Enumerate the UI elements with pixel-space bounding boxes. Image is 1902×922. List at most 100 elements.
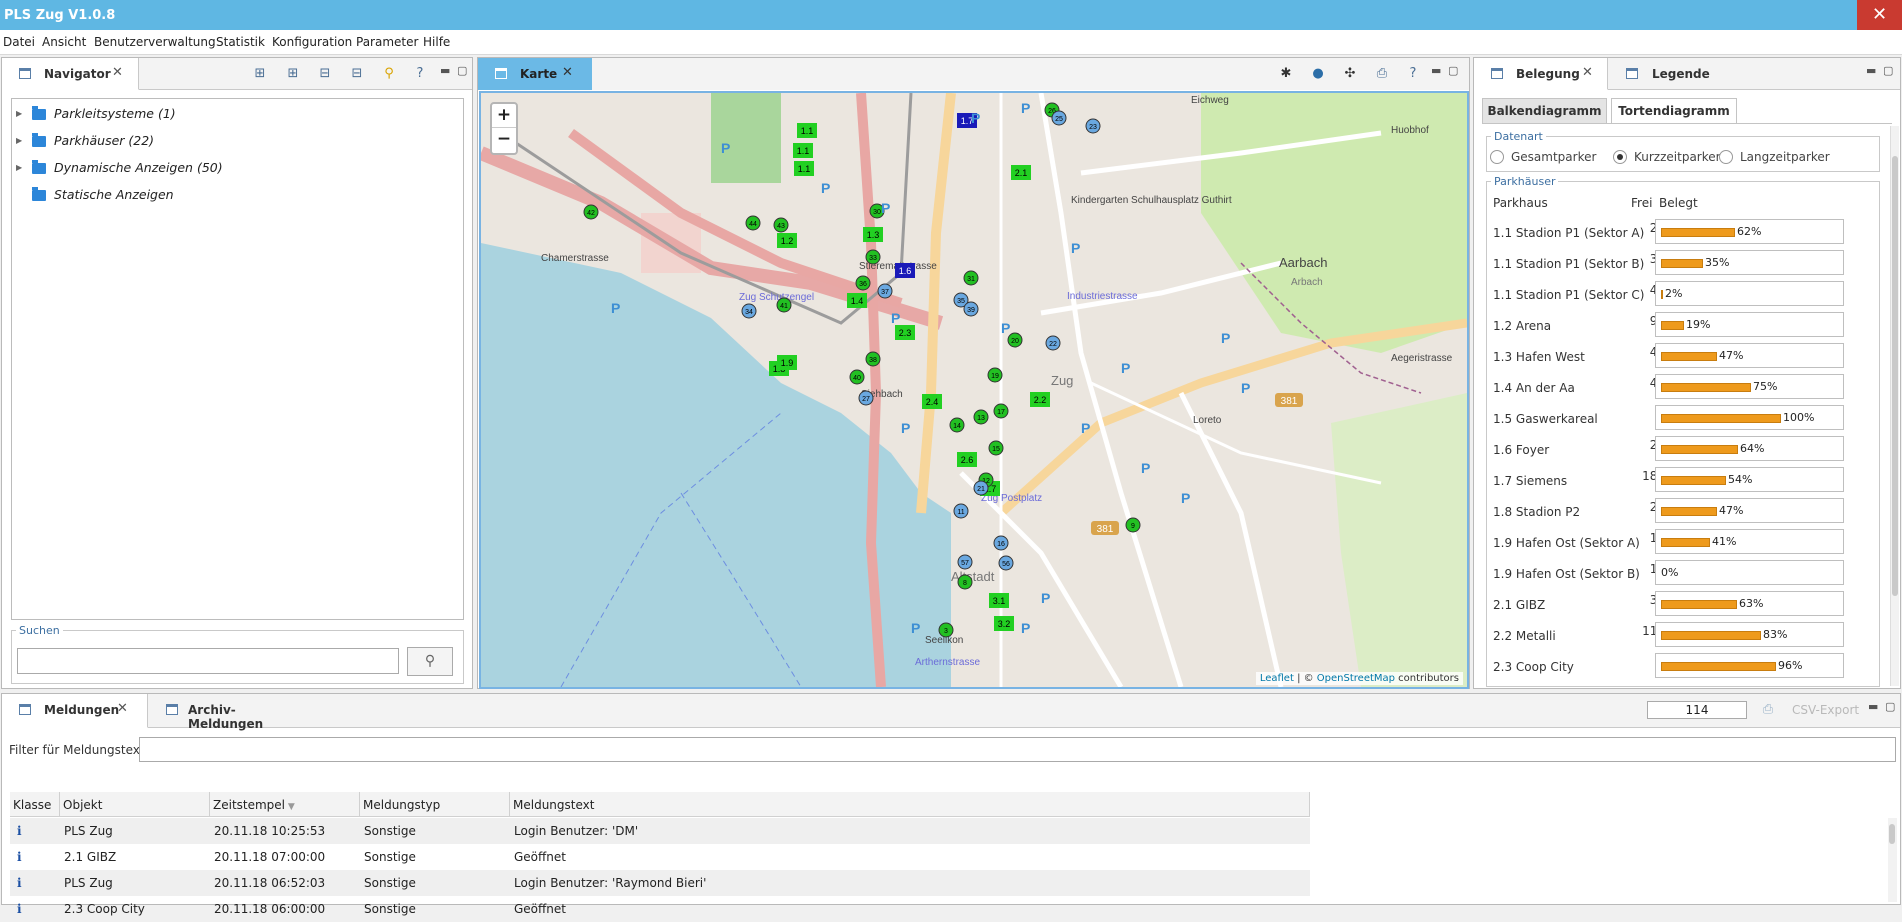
radio-kurzzeitparker[interactable] [1613, 150, 1627, 164]
menu-benutzerverwaltung[interactable]: Benutzerverwaltung [94, 35, 216, 49]
filter-input[interactable] [139, 737, 1896, 762]
col-objekt[interactable]: Objekt [60, 792, 210, 817]
maximize-icon[interactable]: ▢ [457, 64, 467, 77]
zoom-in-button[interactable]: + [492, 104, 516, 128]
map-place-label: Zug [1051, 373, 1073, 388]
osm-link[interactable]: OpenStreetMap [1317, 673, 1395, 684]
message-row[interactable]: i 2.3 Coop City 20.11.18 06:00:00 Sonstige G… [10, 896, 1310, 922]
tab-balkendiagramm[interactable]: Balkendiagramm [1482, 98, 1607, 123]
datenart-group: Datenart Gesamtparker Kurzzeitparker Lan… [1486, 130, 1880, 172]
menu-hilfe[interactable]: Hilfe [423, 35, 450, 49]
expand-arrow-icon[interactable]: ▶ [16, 136, 22, 145]
close-tab-icon[interactable]: ✕ [117, 701, 128, 716]
collapse-all-icon[interactable]: ⊟ [349, 66, 365, 82]
radio-langzeitparker[interactable] [1719, 150, 1733, 164]
leaflet-link[interactable]: Leaflet [1260, 673, 1294, 684]
menu-ansicht[interactable]: Ansicht [42, 35, 86, 49]
message-row[interactable]: i PLS Zug 20.11.18 06:52:03 Sonstige Login B… [10, 870, 1310, 896]
col-parkhaus: Parkhaus [1493, 196, 1548, 210]
anzeige-marker-label: 20 [1011, 338, 1019, 345]
close-window-button[interactable]: ✕ [1857, 0, 1902, 30]
bug-icon[interactable]: ✱ [1278, 66, 1294, 82]
info-icon: i [17, 902, 22, 916]
app-title: PLS Zug V1.0.8 [4, 8, 116, 23]
col-meldungstyp[interactable]: Meldungstyp [360, 792, 510, 817]
anzeige-marker-label: 31 [967, 276, 975, 283]
parking-icon: P [1021, 100, 1030, 116]
add-node-icon[interactable]: ⊞ [285, 66, 301, 82]
parkhaus-name: 1.8 Stadion P2 [1493, 505, 1581, 519]
search-button[interactable]: ⚲ [407, 647, 453, 676]
message-row[interactable]: i PLS Zug 20.11.18 10:25:53 Sonstige Login B… [10, 818, 1310, 844]
parkhaus-row: 2.2 Metalli 119 83% [1487, 619, 1879, 650]
col-klasse[interactable]: Klasse [10, 792, 60, 817]
tab-belegung[interactable]: Belegung ✕ [1474, 58, 1608, 90]
scrollbar-thumb[interactable] [1892, 156, 1898, 596]
scrollbar[interactable] [1890, 126, 1899, 686]
message-zeitstempel: 20.11.18 07:00:00 [214, 850, 326, 864]
menu-parameter[interactable]: Parameter [356, 35, 418, 49]
message-text: Login Benutzer: 'DM' [514, 824, 639, 838]
link-icon[interactable]: ⚲ [381, 66, 397, 82]
anzeige-marker-label: 23 [1089, 124, 1097, 131]
minimize-icon[interactable]: ▬ [1868, 700, 1878, 713]
parkhaus-row: 1.8 Stadion P22847% [1487, 495, 1879, 526]
help-icon[interactable]: ? [1405, 66, 1421, 82]
belegt-bar [1661, 507, 1717, 516]
tab-legende[interactable]: Legende [1612, 58, 1722, 90]
scrollbar-thumb[interactable] [1889, 824, 1895, 844]
expand-arrow-icon[interactable]: ▶ [16, 163, 22, 172]
tab-karte[interactable]: Karte ✕ [478, 58, 592, 90]
col-meldungstext[interactable]: Meldungstext [510, 792, 1310, 817]
tab-meldungen[interactable]: Meldungen ✕ [2, 694, 148, 728]
belegt-bar-box: 35% [1655, 250, 1844, 275]
map-canvas[interactable]: Zug Schutzengel IndustriestrasseZug Postp… [481, 93, 1467, 687]
close-tab-icon[interactable]: ✕ [112, 65, 123, 80]
minimize-icon[interactable]: ▬ [1431, 64, 1441, 77]
close-tab-icon[interactable]: ✕ [1582, 65, 1593, 80]
parkhaeuser-group: Parkhäuser Parkhaus Frei Belegt 1.1 Stad… [1486, 175, 1880, 687]
menu-konfiguration[interactable]: Konfiguration [272, 35, 352, 49]
help-icon[interactable]: ? [412, 66, 428, 82]
fit-bounds-icon[interactable]: ✣ [1342, 66, 1358, 82]
message-row[interactable]: i 2.1 GIBZ 20.11.18 07:00:00 Sonstige Geöffn… [10, 844, 1310, 870]
tab-navigator[interactable]: Navigator ✕ [2, 58, 139, 90]
parking-icon: P [901, 420, 910, 436]
parkhaus-marker-label: 2.1 [1015, 168, 1028, 178]
parkhaus-name: 1.2 Arena [1493, 319, 1552, 333]
tab-tortendiagramm[interactable]: Tortendiagramm [1611, 98, 1737, 123]
expand-all-icon[interactable]: ⊞ [252, 66, 268, 82]
anzeige-marker-label: 27 [862, 396, 870, 403]
belegt-bar-box: 0% [1655, 560, 1844, 585]
belegt-percent: 47% [1719, 504, 1744, 517]
maximize-icon[interactable]: ▢ [1448, 64, 1458, 77]
zoom-out-button[interactable]: − [492, 128, 516, 152]
expand-arrow-icon[interactable]: ▶ [16, 109, 22, 118]
col-zeitstempel[interactable]: Zeitstempel ▼ [210, 792, 360, 817]
collapse-node-icon[interactable]: ⊟ [317, 66, 333, 82]
print-icon[interactable]: ⎙ [1374, 66, 1390, 82]
minimize-icon[interactable]: ▬ [1866, 64, 1876, 77]
search-input[interactable] [17, 648, 399, 674]
road [1178, 391, 1284, 687]
menu-statistik[interactable]: Statistik [216, 35, 265, 49]
print-icon[interactable]: ⎙ [1760, 702, 1776, 718]
close-tab-icon[interactable]: ✕ [562, 65, 573, 80]
maximize-icon[interactable]: ▢ [1883, 64, 1893, 77]
belegt-bar [1661, 414, 1781, 423]
maximize-icon[interactable]: ▢ [1885, 700, 1895, 713]
belegt-bar [1661, 352, 1717, 361]
anzeige-marker-label: 16 [997, 541, 1005, 548]
globe-icon[interactable]: ● [1310, 66, 1326, 82]
minimize-icon[interactable]: ▬ [440, 64, 450, 77]
radio-gesamtparker[interactable] [1490, 150, 1504, 164]
title-bar: PLS Zug V1.0.8 ✕ [0, 0, 1902, 30]
tab-archiv-meldungen[interactable]: Archiv-Meldungen [152, 694, 302, 731]
parkhaus-marker-label: 2.4 [926, 397, 939, 407]
window-icon [19, 68, 31, 79]
menu-datei[interactable]: Datei [3, 35, 35, 49]
csv-export-button[interactable]: CSV-Export [1792, 703, 1859, 717]
parking-icon: P [1071, 240, 1080, 256]
map-view[interactable]: Zug Schutzengel Industriestrasse Zug Postp… [479, 91, 1469, 689]
scrollbar[interactable] [1888, 818, 1897, 902]
